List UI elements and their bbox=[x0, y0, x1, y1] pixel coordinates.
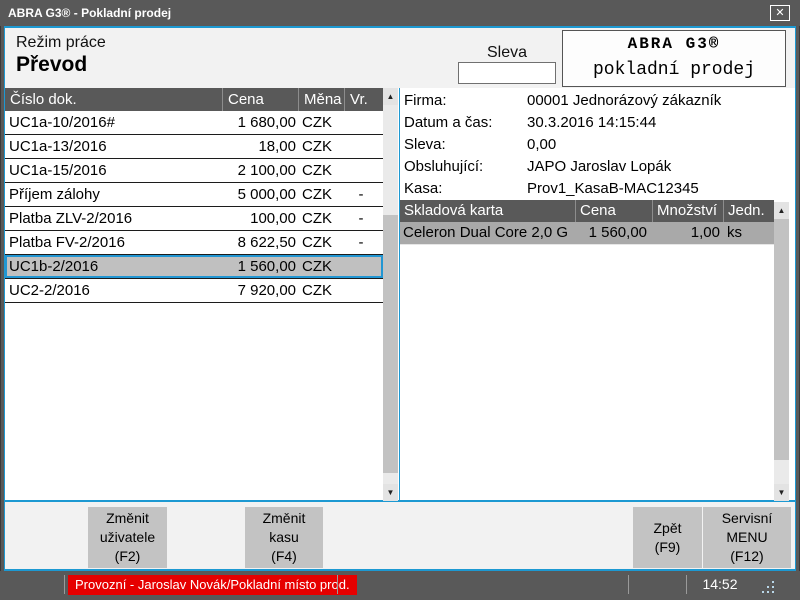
documents-table-header: Číslo dok. Cena Měna Vr. bbox=[5, 88, 383, 111]
documents-scrollbar[interactable]: ▲ ▼ bbox=[383, 88, 398, 501]
table-row[interactable]: UC1a-13/2016 18,00 CZK bbox=[5, 135, 383, 159]
status-divider bbox=[628, 575, 629, 594]
items-scrollbar[interactable]: ▲ ▼ bbox=[774, 202, 789, 501]
back-button[interactable]: Zpět (F9) bbox=[633, 507, 702, 568]
column-header-doc: Číslo dok. bbox=[5, 88, 222, 111]
window-title: ABRA G3® - Pokladní prodej bbox=[8, 0, 171, 26]
close-icon[interactable]: ✕ bbox=[770, 5, 790, 21]
column-header-item-price: Cena bbox=[575, 200, 652, 222]
app-logo: ABRA G3® pokladní prodej bbox=[562, 30, 786, 87]
resize-grip-icon[interactable] bbox=[772, 581, 774, 583]
logo-line1: ABRA G3® bbox=[563, 35, 785, 53]
status-divider bbox=[337, 575, 338, 594]
table-row-selected[interactable]: UC1b-2/2016 1 560,00 CZK bbox=[5, 255, 383, 279]
scrollbar-thumb[interactable] bbox=[383, 215, 398, 473]
scroll-up-icon[interactable]: ▲ bbox=[774, 202, 789, 219]
service-menu-button[interactable]: Servisní MENU (F12) bbox=[703, 507, 791, 568]
status-clock: 14:52 bbox=[694, 576, 746, 592]
table-row[interactable]: Platba FV-2/2016 8 622,50 CZK - bbox=[5, 231, 383, 255]
info-row-firma: Firma: 00001 Jednorázový zákazník bbox=[400, 90, 774, 112]
table-row[interactable]: UC1a-10/2016# 1 680,00 CZK bbox=[5, 111, 383, 135]
discount-input[interactable] bbox=[458, 62, 556, 84]
item-row-selected[interactable]: Celeron Dual Core 2,0 G 1 560,00 1,00 ks bbox=[400, 222, 774, 245]
scrollbar-thumb[interactable] bbox=[774, 219, 789, 460]
column-header-price: Cena bbox=[222, 88, 298, 111]
info-row-operator: Obsluhující: JAPO Jaroslav Lopák bbox=[400, 156, 774, 178]
scroll-down-icon[interactable]: ▼ bbox=[383, 484, 398, 501]
title-bar[interactable]: ABRA G3® - Pokladní prodej ✕ bbox=[0, 0, 800, 26]
status-message-badge: Provozní - Jaroslav Novák/Pokladní místo… bbox=[68, 575, 357, 595]
column-header-currency: Měna bbox=[298, 88, 344, 111]
frame-border-right bbox=[795, 26, 796, 571]
work-mode-value: Převod bbox=[16, 53, 87, 77]
discount-label: Sleva bbox=[458, 44, 556, 62]
column-header-quantity: Množství bbox=[652, 200, 723, 222]
scroll-down-icon[interactable]: ▼ bbox=[774, 484, 789, 501]
scroll-up-icon[interactable]: ▲ bbox=[383, 88, 398, 105]
app-window: ABRA G3® - Pokladní prodej ✕ Režim práce… bbox=[0, 0, 800, 600]
column-header-card: Skladová karta bbox=[400, 200, 575, 222]
column-header-vr: Vr. bbox=[344, 88, 383, 111]
change-register-button[interactable]: Změnit kasu (F4) bbox=[245, 507, 323, 568]
column-header-unit: Jedn. bbox=[723, 200, 774, 222]
logo-line2: pokladní prodej bbox=[563, 60, 785, 80]
change-user-button[interactable]: Změnit uživatele (F2) bbox=[88, 507, 167, 568]
status-bar: Provozní - Jaroslav Novák/Pokladní místo… bbox=[0, 571, 800, 600]
table-row[interactable]: UC2-2/2016 7 920,00 CZK bbox=[5, 279, 383, 303]
table-row[interactable]: UC1a-15/2016 2 100,00 CZK bbox=[5, 159, 383, 183]
info-row-discount: Sleva: 0,00 bbox=[400, 134, 774, 156]
info-row-register: Kasa: Prov1_KasaB-MAC12345 bbox=[400, 178, 774, 200]
status-divider bbox=[64, 575, 65, 594]
work-mode-label: Režim práce bbox=[16, 34, 106, 52]
info-row-datetime: Datum a čas: 30.3.2016 14:15:44 bbox=[400, 112, 774, 134]
table-row[interactable]: Příjem zálohy 5 000,00 CZK - bbox=[5, 183, 383, 207]
table-row[interactable]: Platba ZLV-2/2016 100,00 CZK - bbox=[5, 207, 383, 231]
panel-divider-horizontal bbox=[5, 500, 795, 502]
items-table-header: Skladová karta Cena Množství Jedn. bbox=[400, 200, 774, 222]
status-divider bbox=[686, 575, 687, 594]
